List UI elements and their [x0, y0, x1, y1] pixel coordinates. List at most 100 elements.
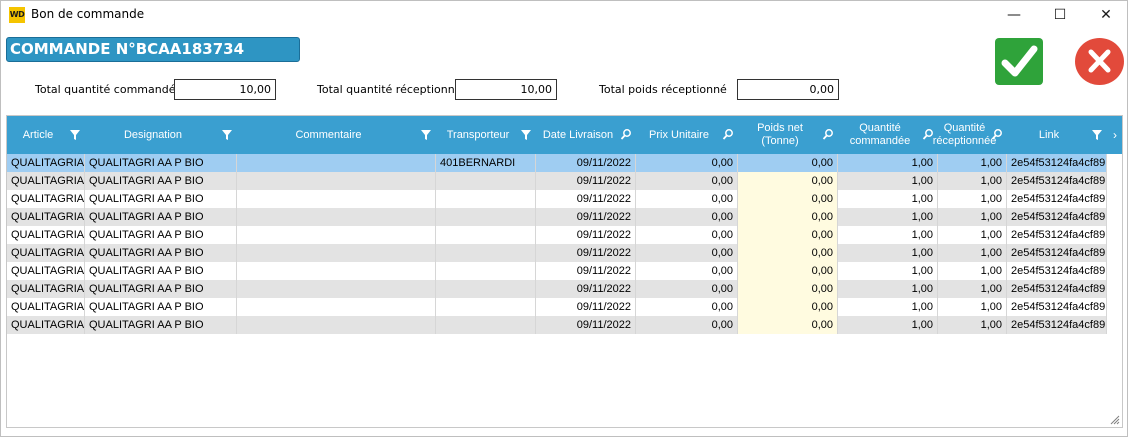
column-header-link[interactable]: Link — [1007, 116, 1091, 154]
cell-prix-unitaire[interactable]: 0,00 — [636, 316, 738, 334]
cell-article[interactable]: QUALITAGRIA — [7, 316, 85, 334]
cell-designation[interactable]: QUALITAGRI AA P BIO — [85, 298, 237, 316]
cell-poids-net[interactable]: 0,00 — [738, 244, 838, 262]
cell-commentaire[interactable] — [237, 226, 436, 244]
cell-commentaire[interactable] — [237, 262, 436, 280]
cell-prix-unitaire[interactable]: 0,00 — [636, 154, 738, 172]
cell-poids-net[interactable]: 0,00 — [738, 154, 838, 172]
cell-prix-unitaire[interactable]: 0,00 — [636, 280, 738, 298]
table-row[interactable]: QUALITAGRIA QUALITAGRI AA P BIO 09/11/2022… — [7, 190, 1107, 208]
filter-icon[interactable] — [420, 128, 432, 142]
cell-date-livraison[interactable]: 09/11/2022 — [536, 316, 636, 334]
column-header-article[interactable]: Article — [7, 116, 69, 154]
table-row[interactable]: QUALITAGRIA QUALITAGRI AA P BIO 09/11/2022… — [7, 298, 1107, 316]
cell-quantite-receptionnee[interactable]: 1,00 — [938, 298, 1007, 316]
cell-quantite-commandee[interactable]: 1,00 — [838, 280, 938, 298]
cell-commentaire[interactable] — [237, 154, 436, 172]
cell-link[interactable]: 2e54f53124fa4cf89 — [1007, 316, 1107, 334]
cell-quantite-commandee[interactable]: 1,00 — [838, 244, 938, 262]
column-header-date-livraison[interactable]: Date Livraison — [536, 116, 620, 154]
search-icon[interactable] — [722, 128, 734, 142]
cell-quantite-receptionnee[interactable]: 1,00 — [938, 262, 1007, 280]
cancel-button[interactable] — [1075, 38, 1124, 85]
cell-link[interactable]: 2e54f53124fa4cf89 — [1007, 244, 1107, 262]
cell-link[interactable]: 2e54f53124fa4cf89 — [1007, 280, 1107, 298]
cell-designation[interactable]: QUALITAGRI AA P BIO — [85, 262, 237, 280]
column-header-transporteur[interactable]: Transporteur — [436, 116, 520, 154]
cell-transporteur[interactable] — [436, 262, 536, 280]
table-row[interactable]: QUALITAGRIA QUALITAGRI AA P BIO 401BERNARD… — [7, 154, 1107, 172]
cell-designation[interactable]: QUALITAGRI AA P BIO — [85, 172, 237, 190]
cell-commentaire[interactable] — [237, 244, 436, 262]
cell-transporteur[interactable] — [436, 226, 536, 244]
cell-transporteur[interactable] — [436, 190, 536, 208]
cell-date-livraison[interactable]: 09/11/2022 — [536, 280, 636, 298]
cell-transporteur[interactable] — [436, 298, 536, 316]
cell-quantite-receptionnee[interactable]: 1,00 — [938, 244, 1007, 262]
cell-designation[interactable]: QUALITAGRI AA P BIO — [85, 244, 237, 262]
table-row[interactable]: QUALITAGRIA QUALITAGRI AA P BIO 09/11/2022… — [7, 226, 1107, 244]
cell-commentaire[interactable] — [237, 172, 436, 190]
column-header-prix-unitaire[interactable]: Prix Unitaire — [636, 116, 722, 154]
search-icon[interactable] — [822, 128, 834, 142]
cell-transporteur[interactable] — [436, 316, 536, 334]
cell-article[interactable]: QUALITAGRIA — [7, 208, 85, 226]
cell-designation[interactable]: QUALITAGRI AA P BIO — [85, 316, 237, 334]
total-qty-received-field[interactable]: 10,00 — [455, 79, 557, 100]
filter-icon[interactable] — [1091, 128, 1103, 142]
table-row[interactable]: QUALITAGRIA QUALITAGRI AA P BIO 09/11/2022… — [7, 316, 1107, 334]
cell-quantite-commandee[interactable]: 1,00 — [838, 298, 938, 316]
cell-date-livraison[interactable]: 09/11/2022 — [536, 244, 636, 262]
cell-article[interactable]: QUALITAGRIA — [7, 244, 85, 262]
total-weight-received-field[interactable]: 0,00 — [737, 79, 839, 100]
cell-link[interactable]: 2e54f53124fa4cf89 — [1007, 190, 1107, 208]
cell-designation[interactable]: QUALITAGRI AA P BIO — [85, 280, 237, 298]
filter-icon[interactable] — [69, 128, 81, 142]
cell-quantite-commandee[interactable]: 1,00 — [838, 172, 938, 190]
cell-prix-unitaire[interactable]: 0,00 — [636, 262, 738, 280]
filter-icon[interactable] — [221, 128, 233, 142]
cell-quantite-receptionnee[interactable]: 1,00 — [938, 316, 1007, 334]
cell-designation[interactable]: QUALITAGRI AA P BIO — [85, 208, 237, 226]
cell-designation[interactable]: QUALITAGRI AA P BIO — [85, 154, 237, 172]
cell-transporteur[interactable] — [436, 280, 536, 298]
cell-article[interactable]: QUALITAGRIA — [7, 172, 85, 190]
cell-commentaire[interactable] — [237, 190, 436, 208]
cell-prix-unitaire[interactable]: 0,00 — [636, 172, 738, 190]
cell-prix-unitaire[interactable]: 0,00 — [636, 190, 738, 208]
cell-link[interactable]: 2e54f53124fa4cf89 — [1007, 208, 1107, 226]
cell-date-livraison[interactable]: 09/11/2022 — [536, 298, 636, 316]
table-row[interactable]: QUALITAGRIA QUALITAGRI AA P BIO 09/11/2022… — [7, 208, 1107, 226]
cell-quantite-receptionnee[interactable]: 1,00 — [938, 208, 1007, 226]
minimize-button[interactable]: — — [991, 1, 1037, 29]
cell-link[interactable]: 2e54f53124fa4cf89 — [1007, 226, 1107, 244]
column-header-designation[interactable]: Designation — [85, 116, 221, 154]
cell-quantite-receptionnee[interactable]: 1,00 — [938, 190, 1007, 208]
cell-transporteur[interactable]: 401BERNARDI — [436, 154, 536, 172]
table-row[interactable]: QUALITAGRIA QUALITAGRI AA P BIO 09/11/2022… — [7, 172, 1107, 190]
cell-date-livraison[interactable]: 09/11/2022 — [536, 208, 636, 226]
cell-transporteur[interactable] — [436, 172, 536, 190]
cell-transporteur[interactable] — [436, 244, 536, 262]
cell-poids-net[interactable]: 0,00 — [738, 226, 838, 244]
search-icon[interactable] — [991, 128, 1003, 142]
cell-article[interactable]: QUALITAGRIA — [7, 226, 85, 244]
cell-poids-net[interactable]: 0,00 — [738, 280, 838, 298]
cell-commentaire[interactable] — [237, 298, 436, 316]
cell-article[interactable]: QUALITAGRIA — [7, 298, 85, 316]
search-icon[interactable] — [620, 128, 632, 142]
cell-poids-net[interactable]: 0,00 — [738, 298, 838, 316]
cell-article[interactable]: QUALITAGRIA — [7, 154, 85, 172]
cell-date-livraison[interactable]: 09/11/2022 — [536, 226, 636, 244]
table-row[interactable]: QUALITAGRIA QUALITAGRI AA P BIO 09/11/2022… — [7, 280, 1107, 298]
column-header-quantite-receptionnee[interactable]: Quantité réceptionnée — [933, 116, 997, 154]
cell-quantite-receptionnee[interactable]: 1,00 — [938, 280, 1007, 298]
cell-quantite-receptionnee[interactable]: 1,00 — [938, 226, 1007, 244]
cell-commentaire[interactable] — [237, 208, 436, 226]
scroll-right-icon[interactable]: › — [1108, 116, 1122, 154]
cell-quantite-commandee[interactable]: 1,00 — [838, 316, 938, 334]
cell-quantite-commandee[interactable]: 1,00 — [838, 262, 938, 280]
cell-transporteur[interactable] — [436, 208, 536, 226]
cell-commentaire[interactable] — [237, 280, 436, 298]
close-window-button[interactable]: ✕ — [1083, 1, 1128, 29]
